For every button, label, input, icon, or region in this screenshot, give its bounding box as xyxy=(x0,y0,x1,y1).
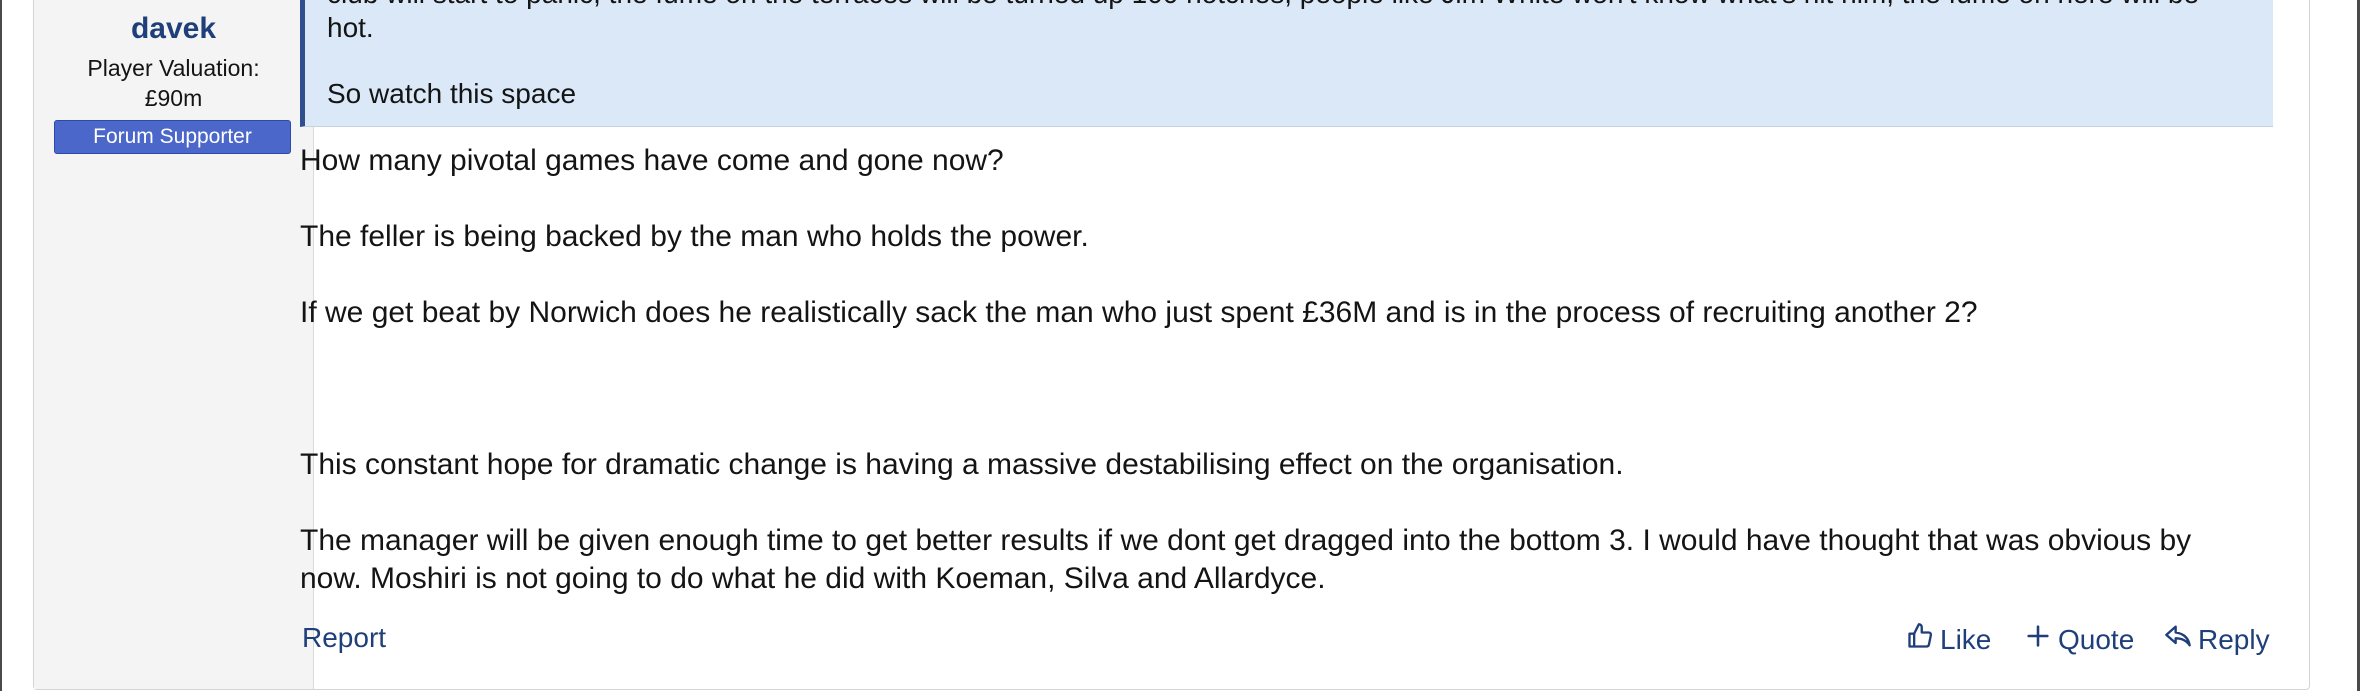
message-paragraph: If we get beat by Norwich does he realis… xyxy=(300,296,1978,329)
valuation-value: £90m xyxy=(144,85,203,111)
reply-button[interactable]: Reply xyxy=(2164,622,2270,657)
like-button[interactable]: Like xyxy=(1906,622,1991,657)
post-message-body: How many pivotal games have come and gon… xyxy=(300,142,2260,636)
reply-label: Reply xyxy=(2198,623,2270,655)
quoted-text-block: club will start to panic, the fume on th… xyxy=(300,0,2273,127)
like-label: Like xyxy=(1940,623,1992,655)
message-paragraph: The manager will be given enough time to… xyxy=(300,524,2192,595)
username-link[interactable]: davek xyxy=(34,12,313,46)
valuation-label: Player Valuation: xyxy=(87,55,260,81)
message-paragraph: This constant hope for dramatic change i… xyxy=(300,448,1624,481)
user-valuation: Player Valuation: £90m xyxy=(34,53,313,113)
quote-line: club will start to panic, the fume on th… xyxy=(327,0,2199,10)
plus-icon xyxy=(2024,622,2052,657)
message-paragraph: How many pivotal games have come and gon… xyxy=(300,144,1004,177)
quote-label: Quote xyxy=(2058,623,2135,655)
quote-line: So watch this space xyxy=(327,78,577,109)
user-info-panel: davek Player Valuation: £90m Forum Suppo… xyxy=(34,0,314,689)
quote-line: hot. xyxy=(327,12,374,43)
thumbs-up-icon xyxy=(1906,622,1934,657)
reply-arrow-icon xyxy=(2164,622,2192,657)
report-link[interactable]: Report xyxy=(302,622,386,654)
window-left-edge xyxy=(0,0,2,691)
quote-button[interactable]: Quote xyxy=(2024,622,2134,657)
message-paragraph: The feller is being backed by the man wh… xyxy=(300,220,1089,253)
forum-supporter-badge: Forum Supporter xyxy=(54,120,291,154)
